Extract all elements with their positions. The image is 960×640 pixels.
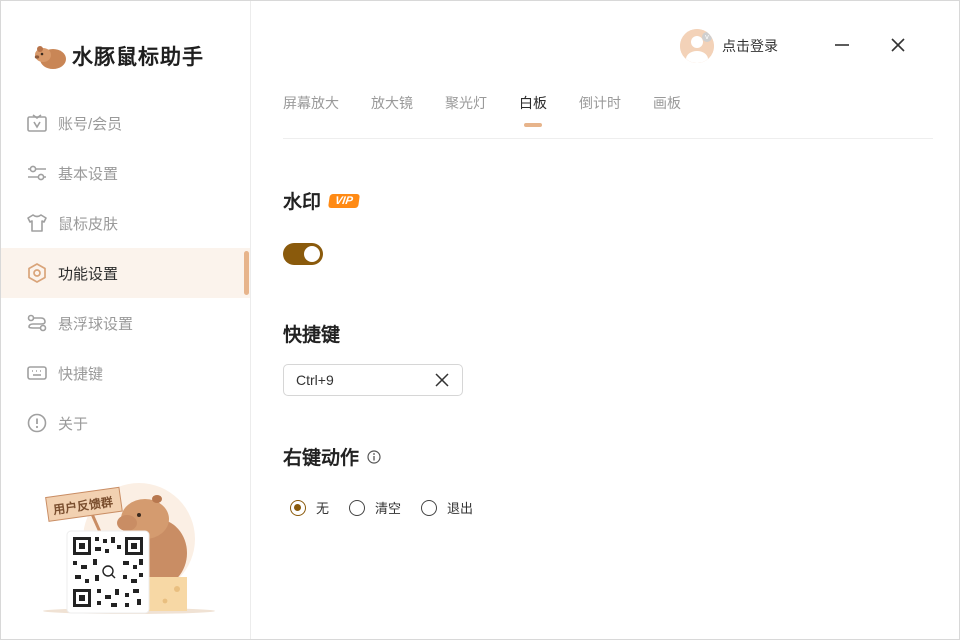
right-click-title: 右键动作: [283, 448, 360, 469]
float-ball-icon: [26, 312, 48, 334]
radio-label: 退出: [447, 501, 474, 516]
radio-circle: [421, 499, 438, 516]
vip-account-icon: [26, 112, 48, 134]
radio-label: 无: [316, 501, 330, 516]
sidebar-item-label: 功能设置: [58, 265, 119, 283]
keyboard-icon: [26, 362, 48, 384]
right-click-section-title: 右键动作: [283, 443, 381, 470]
tabs-divider: [283, 138, 933, 139]
watermark-toggle[interactable]: [283, 243, 323, 265]
hotkey-value: Ctrl+9: [296, 372, 334, 388]
minimize-button[interactable]: [830, 33, 854, 57]
radio-circle: [349, 499, 366, 516]
brand: 水豚鼠标助手: [34, 41, 204, 71]
close-icon: [891, 38, 905, 52]
tab-drawing-board[interactable]: 画板: [653, 93, 681, 127]
tab-screen-zoom[interactable]: 屏幕放大: [283, 93, 339, 127]
sidebar: 水豚鼠标助手 账号/会员 基本设置 鼠标皮肤 功能设置 悬浮球设置 快捷键 关于…: [1, 1, 251, 639]
sidebar-item-label: 基本设置: [58, 165, 119, 183]
avatar: v: [680, 29, 714, 63]
tab-magnifier[interactable]: 放大镜: [371, 93, 413, 127]
radio-label: 清空: [375, 501, 402, 516]
sidebar-item-mouse-skin[interactable]: 鼠标皮肤: [1, 198, 250, 248]
user-avatar-icon: v: [680, 29, 714, 63]
sidebar-item-float-ball[interactable]: 悬浮球设置: [1, 298, 250, 348]
close-button[interactable]: [886, 33, 910, 57]
hotkey-section-title: 快捷键: [283, 325, 341, 346]
sidebar-item-shortcuts[interactable]: 快捷键: [1, 348, 250, 398]
capybara-logo-icon: [34, 46, 66, 69]
sliders-icon: [26, 162, 48, 184]
sidebar-item-basic-settings[interactable]: 基本设置: [1, 148, 250, 198]
tab-spotlight[interactable]: 聚光灯: [445, 93, 487, 127]
watermark-title: 水印: [283, 192, 322, 213]
sidebar-nav: 账号/会员 基本设置 鼠标皮肤 功能设置 悬浮球设置 快捷键 关于: [1, 98, 250, 448]
radio-none[interactable]: 无: [290, 498, 329, 517]
hotkey-input[interactable]: Ctrl+9: [283, 364, 463, 396]
sidebar-item-label: 快捷键: [58, 365, 104, 383]
watermark-section-title: 水印 VIP: [283, 187, 360, 214]
clear-hotkey-icon[interactable]: [434, 372, 450, 388]
right-click-options: 无 清空 退出: [290, 498, 493, 517]
sidebar-item-feature-settings[interactable]: 功能设置: [1, 248, 250, 298]
vip-badge: VIP: [328, 193, 360, 208]
feedback-group-promo[interactable]: 用户反馈群: [39, 475, 219, 617]
tab-whiteboard[interactable]: 白板: [519, 93, 547, 127]
svg-text:v: v: [705, 33, 709, 41]
sidebar-item-account[interactable]: 账号/会员: [1, 98, 250, 148]
hexagon-settings-icon: [26, 262, 48, 284]
radio-clear[interactable]: 清空: [349, 498, 401, 517]
app-window: 水豚鼠标助手 账号/会员 基本设置 鼠标皮肤 功能设置 悬浮球设置 快捷键 关于…: [0, 0, 960, 640]
tshirt-icon: [26, 212, 48, 234]
capybara-mascot-illustration: [43, 483, 215, 614]
minimize-icon: [835, 44, 849, 46]
sidebar-item-about[interactable]: 关于: [1, 398, 250, 448]
radio-circle: [290, 499, 306, 516]
sidebar-item-label: 账号/会员: [58, 115, 123, 133]
toggle-knob: [304, 246, 320, 262]
info-icon[interactable]: [367, 449, 381, 464]
info-circle-icon: [26, 412, 48, 434]
sidebar-item-label: 悬浮球设置: [58, 315, 134, 333]
app-name: 水豚鼠标助手: [72, 46, 204, 69]
radio-exit[interactable]: 退出: [421, 498, 473, 517]
sidebar-item-label: 关于: [58, 415, 89, 433]
feature-tabs: 屏幕放大 放大镜 聚光灯 白板 倒计时 画板: [283, 93, 713, 127]
login-label: 点击登录: [722, 38, 778, 54]
sidebar-item-label: 鼠标皮肤: [58, 215, 119, 233]
login-button[interactable]: v 点击登录: [680, 29, 778, 63]
tab-countdown[interactable]: 倒计时: [579, 93, 621, 127]
